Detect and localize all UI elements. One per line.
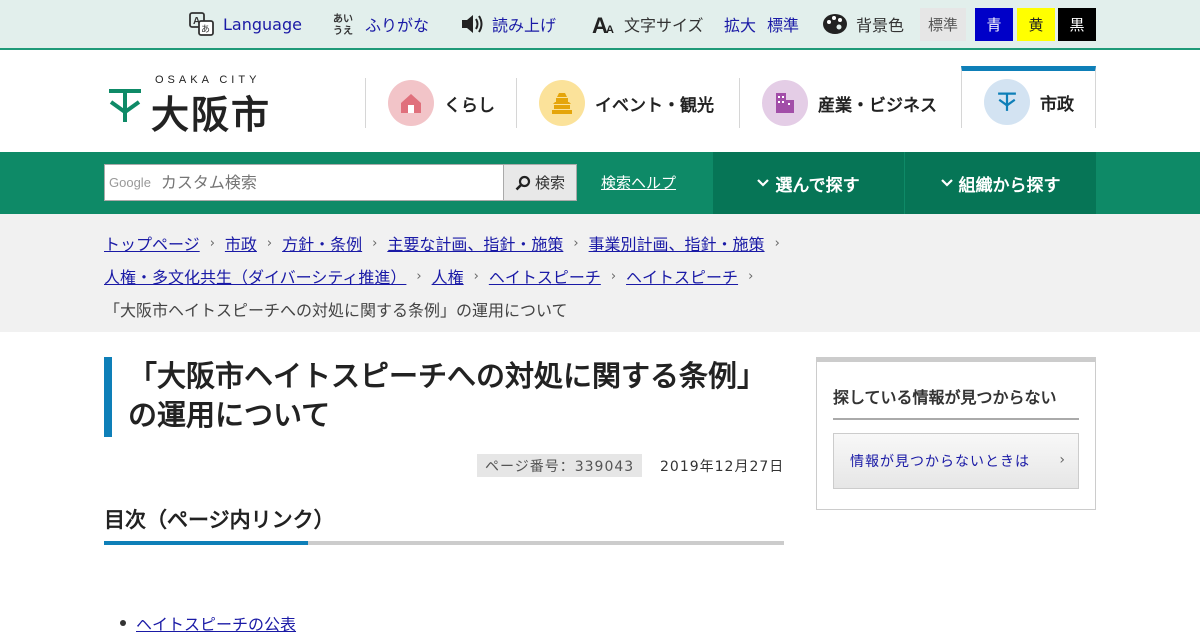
text-enlarge-button[interactable]: 拡大 bbox=[724, 0, 756, 48]
nav-kurashi-label: くらし bbox=[444, 95, 495, 116]
furigana-link[interactable]: あい うえ ふりがな bbox=[333, 0, 429, 48]
page-title-block: 「大阪市ヘイトスピーチへの対処に関する条例」の運用について bbox=[104, 357, 784, 437]
bg-yellow-button[interactable]: 黄 bbox=[1017, 8, 1055, 41]
text-size-icon: AA bbox=[592, 13, 616, 35]
bg-standard-label: 標準 bbox=[927, 16, 958, 34]
nav-industry-business[interactable]: 産業・ビジネス bbox=[739, 78, 961, 128]
furigana-label: ふりがな bbox=[365, 16, 430, 35]
search-box: Google bbox=[104, 164, 504, 201]
breadcrumb: トップページ › 市政 › 方針・条例 › 主要な計画、指針・施策 › 事業別計画、指針… bbox=[0, 214, 1200, 332]
utility-bar: Aあ Language あい うえ ふりがな 読み上げ AA 文字サイズ 拡大 標… bbox=[0, 0, 1200, 50]
background-color-label: 背景色 bbox=[856, 16, 905, 35]
translate-icon: Aあ bbox=[189, 12, 215, 36]
chevron-right-icon: › bbox=[416, 268, 422, 284]
city-emblem-icon bbox=[984, 79, 1030, 125]
chevron-right-icon: › bbox=[266, 235, 273, 251]
read-aloud-link[interactable]: 読み上げ bbox=[460, 0, 556, 48]
language-label: Language bbox=[223, 14, 302, 34]
org-search-label: 組織から探す bbox=[958, 175, 1061, 196]
nav-kurashi[interactable]: くらし bbox=[365, 78, 517, 128]
osaka-emblem-icon bbox=[109, 89, 141, 122]
breadcrumb-link[interactable]: ヘイトスピーチ bbox=[626, 264, 738, 288]
toc-heading-underline bbox=[104, 541, 784, 545]
text-standard-button[interactable]: 標準 bbox=[767, 0, 799, 48]
toc-heading: 目次（ページ内リンク） bbox=[104, 508, 335, 532]
breadcrumb-link[interactable]: 人権 bbox=[432, 264, 464, 288]
search-button-label: 検索 bbox=[534, 174, 565, 192]
breadcrumb-link[interactable]: 主要な計画、指針・施策 bbox=[387, 231, 563, 255]
chevron-right-icon: › bbox=[473, 268, 479, 284]
chevron-down-icon bbox=[940, 178, 953, 188]
house-icon bbox=[388, 80, 434, 126]
palette-icon bbox=[822, 13, 848, 35]
search-button[interactable]: 検索 bbox=[503, 164, 577, 201]
chevron-right-icon: › bbox=[573, 235, 579, 251]
breadcrumb-current: 「大阪市ヘイトスピーチへの対処に関する条例」の運用について bbox=[104, 301, 568, 320]
nav-shisei-active-tab[interactable]: 市政 bbox=[961, 66, 1096, 128]
choose-search-button[interactable]: 選んで探す bbox=[713, 152, 904, 214]
org-search-button[interactable]: 組織から探す bbox=[905, 152, 1096, 214]
chevron-right-icon: › bbox=[774, 235, 780, 251]
text-size-label: 文字サイズ bbox=[624, 16, 704, 35]
text-standard-label: 標準 bbox=[767, 16, 800, 35]
building-icon bbox=[762, 80, 808, 126]
nav-event-tourism-label: イベント・観光 bbox=[595, 95, 714, 116]
bullet-icon bbox=[120, 620, 126, 626]
furigana-icon: あい うえ bbox=[333, 12, 357, 36]
logo-title: 大阪市 bbox=[151, 93, 272, 137]
background-color-group: 背景色 bbox=[822, 0, 904, 48]
nav-event-tourism[interactable]: イベント・観光 bbox=[516, 78, 740, 128]
site-header: OSAKA CITY 大阪市 くらし イベント・観光 産業・ビジネス 市政 bbox=[0, 50, 1200, 152]
breadcrumb-link[interactable]: トップページ bbox=[104, 231, 200, 255]
search-input[interactable] bbox=[160, 173, 481, 192]
chevron-right-icon: › bbox=[748, 268, 754, 284]
svg-text:あ: あ bbox=[201, 24, 210, 35]
bg-yellow-label: 黄 bbox=[1028, 16, 1044, 34]
page-number-badge: ページ番号：339043 bbox=[477, 454, 643, 477]
not-found-help-label: 情報が見つからないときは bbox=[850, 454, 1030, 470]
svg-text:うえ: うえ bbox=[333, 25, 353, 36]
choose-search-label: 選んで探す bbox=[775, 175, 860, 196]
breadcrumb-link[interactable]: ヘイトスピーチ bbox=[489, 264, 601, 288]
toc-link[interactable]: ヘイトスピーチの公表 bbox=[136, 611, 296, 635]
not-found-help-button[interactable]: 情報が見つからないときは › bbox=[833, 433, 1079, 489]
breadcrumb-row-2: 人権・多文化共生（ダイバーシティ推進） › 人権 › ヘイトスピーチ › ヘイトスピー… bbox=[104, 264, 763, 288]
language-link[interactable]: Aあ Language bbox=[189, 0, 302, 48]
chevron-right-icon: › bbox=[610, 268, 617, 284]
text-size-group: AA 文字サイズ bbox=[592, 0, 704, 48]
google-label: Google bbox=[109, 175, 151, 190]
sidebar-not-found-box: 探している情報が見つからない 情報が見つからないときは › bbox=[816, 357, 1096, 510]
svg-text:A: A bbox=[606, 24, 614, 35]
page-title: 「大阪市ヘイトスピーチへの対処に関する条例」の運用について bbox=[128, 359, 767, 432]
text-enlarge-label: 拡大 bbox=[724, 16, 757, 35]
bg-black-button[interactable]: 黒 bbox=[1058, 8, 1096, 41]
breadcrumb-link[interactable]: 人権・多文化共生（ダイバーシティ推進） bbox=[104, 264, 406, 288]
chevron-right-icon: › bbox=[1059, 452, 1066, 468]
bg-blue-label: 青 bbox=[986, 16, 1002, 34]
nav-shisei-label: 市政 bbox=[1040, 94, 1074, 115]
chevron-down-icon bbox=[757, 178, 770, 188]
chevron-right-icon: › bbox=[372, 235, 378, 251]
nav-industry-business-label: 産業・ビジネス bbox=[818, 95, 937, 116]
breadcrumb-link[interactable]: 市政 bbox=[225, 231, 257, 255]
page-date: 2019年12月27日 bbox=[660, 459, 785, 475]
chevron-right-icon: › bbox=[209, 235, 215, 251]
search-bar: Google 検索 検索ヘルプ 選んで探す 組織から探す bbox=[0, 152, 1200, 214]
breadcrumb-link[interactable]: 事業別計画、指針・施策 bbox=[589, 231, 765, 255]
site-logo[interactable]: OSAKA CITY 大阪市 bbox=[107, 74, 287, 137]
breadcrumb-row-3: 「大阪市ヘイトスピーチへの対処に関する条例」の運用について bbox=[104, 297, 568, 321]
bg-blue-button[interactable]: 青 bbox=[975, 8, 1013, 41]
breadcrumb-row-1: トップページ › 市政 › 方針・条例 › 主要な計画、指針・施策 › 事業別計画、指針… bbox=[104, 231, 790, 255]
bg-standard-button[interactable]: 標準 bbox=[920, 8, 966, 41]
read-aloud-label: 読み上げ bbox=[492, 16, 557, 35]
sidebar-heading: 探している情報が見つからない bbox=[833, 384, 1079, 420]
castle-icon bbox=[539, 80, 585, 126]
svg-text:あい: あい bbox=[333, 12, 353, 25]
toc-list-item: ヘイトスピーチの公表 bbox=[120, 611, 296, 635]
breadcrumb-link[interactable]: 方針・条例 bbox=[282, 231, 362, 255]
speaker-icon bbox=[460, 13, 484, 35]
magnifier-icon bbox=[515, 175, 531, 191]
search-help-link[interactable]: 検索ヘルプ bbox=[601, 172, 676, 193]
bg-black-label: 黒 bbox=[1069, 16, 1085, 34]
